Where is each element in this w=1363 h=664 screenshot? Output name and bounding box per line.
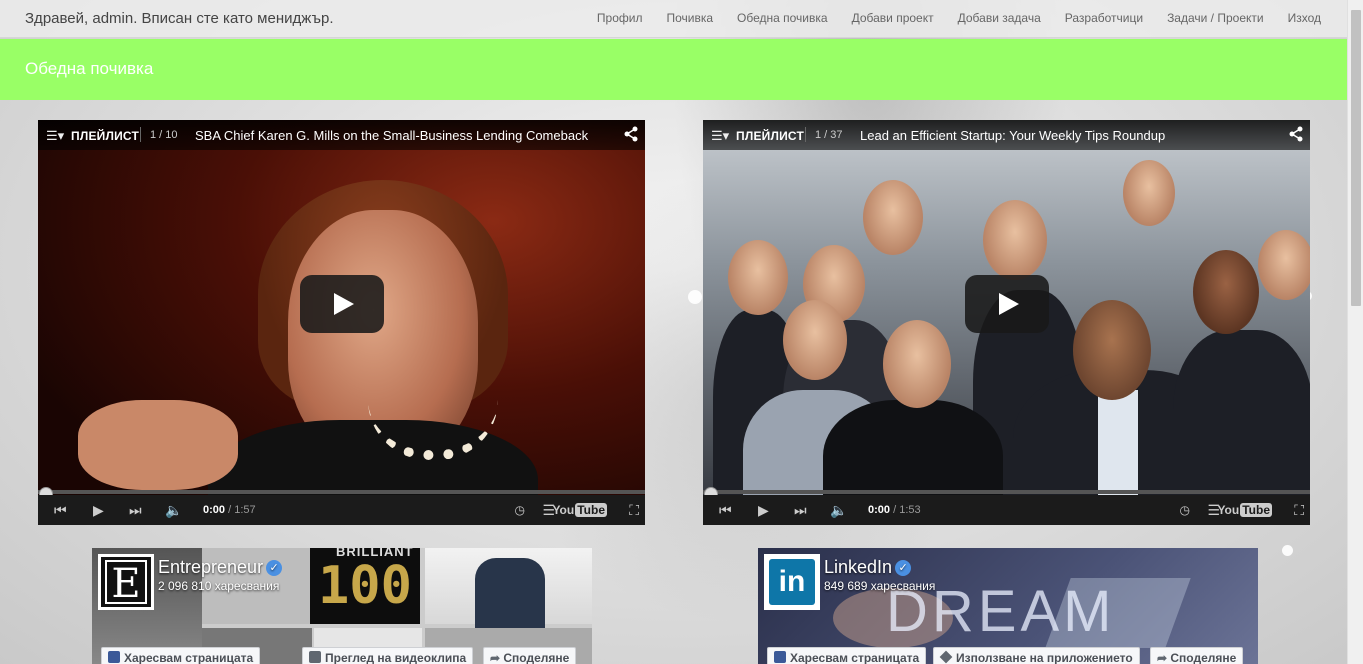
share-arrow-icon: ➦ — [1157, 651, 1171, 664]
next-icon[interactable]: ⏭ — [794, 502, 807, 519]
time-display: 0:00 / 1:53 — [868, 504, 921, 516]
nav-tasks-projects[interactable]: Задачи / Проекти — [1167, 11, 1264, 25]
youtube-logo[interactable]: You Tube — [1216, 503, 1272, 517]
watch-video-button[interactable]: Преглед на видеоклипа — [302, 647, 474, 664]
entrepreneur-logo: E — [105, 560, 147, 606]
like-page-button[interactable]: Харесвам страницата — [101, 647, 261, 664]
fullscreen-icon[interactable]: ⛶ — [1294, 502, 1304, 519]
page-name[interactable]: Entrepreneur ✓ — [158, 557, 283, 578]
like-page-button[interactable]: Харесвам страницата — [767, 647, 927, 664]
linkedin-logo: in — [769, 559, 815, 605]
previous-icon[interactable]: ⏮ — [54, 502, 67, 519]
progress-bar[interactable] — [703, 490, 1310, 494]
volume-icon[interactable]: 🔈 — [165, 502, 182, 519]
main-nav: Профил Почивка Обедна почивка Добави про… — [573, 11, 1321, 25]
page-likes: 849 689 харесвания — [824, 579, 936, 593]
use-app-button[interactable]: Използване на приложението — [933, 647, 1140, 664]
facebook-page-widget: BRILLIANT 100 E Entrepreneur ✓ 2 096 810 … — [92, 548, 592, 664]
previous-icon[interactable]: ⏮ — [719, 502, 732, 519]
play-icon[interactable]: ▶ — [758, 502, 769, 519]
share-button[interactable]: ➦ Споделяне — [1150, 647, 1244, 664]
playlist-icon[interactable]: ☰▾ — [711, 128, 729, 144]
fullscreen-icon[interactable]: ⛶ — [629, 502, 639, 519]
play-button[interactable] — [300, 275, 384, 333]
page-likes: 2 096 810 харесвания — [158, 579, 280, 593]
page-title: Обедна почивка — [25, 59, 154, 78]
playlist-count: 1 / 37 — [815, 129, 843, 141]
nav-break[interactable]: Почивка — [666, 11, 713, 25]
youtube-logo[interactable]: You Tube — [551, 503, 607, 517]
playlist-label[interactable]: ПЛЕЙЛИСТ — [71, 129, 139, 143]
page-logo[interactable]: E — [98, 554, 154, 610]
player-controls: ⏮ ▶ ⏭ 🔈 0:00 / 1:57 ◷ ☰ You Tube ⛶ — [38, 495, 645, 525]
nav-developers[interactable]: Разработчици — [1065, 11, 1143, 25]
cover-image: BRILLIANT 100 — [310, 548, 420, 624]
player-controls: ⏮ ▶ ⏭ 🔈 0:00 / 1:53 ◷ ☰ You Tube ⛶ — [703, 495, 1310, 525]
player-title-bar: ☰▾ ПЛЕЙЛИСТ 1 / 10 SBA Chief Karen G. Mi… — [38, 120, 645, 150]
video-title[interactable]: Lead an Efficient Startup: Your Weekly T… — [860, 128, 1165, 143]
player-title-bar: ☰▾ ПЛЕЙЛИСТ 1 / 37 Lead an Efficient Sta… — [703, 120, 1310, 150]
playlist-icon[interactable]: ☰▾ — [46, 128, 64, 144]
playlist-label[interactable]: ПЛЕЙЛИСТ — [736, 129, 804, 143]
youtube-player[interactable]: ☰▾ ПЛЕЙЛИСТ 1 / 10 SBA Chief Karen G. Mi… — [38, 120, 645, 525]
nav-logout[interactable]: Изход — [1288, 11, 1321, 25]
facebook-page-widget: DREAM in LinkedIn ✓ 849 689 харесвания Ха… — [758, 548, 1258, 664]
greeting-text: Здравей, admin. Вписан сте като мениджър… — [25, 10, 334, 27]
nav-lunch-break[interactable]: Обедна почивка — [737, 11, 828, 25]
watch-later-icon[interactable]: ◷ — [515, 503, 525, 517]
play-icon[interactable]: ▶ — [93, 502, 104, 519]
page-scrollbar[interactable] — [1347, 0, 1363, 664]
page-banner: Обедна почивка — [0, 39, 1347, 100]
page-logo[interactable]: in — [764, 554, 820, 610]
scrollbar-thumb[interactable] — [1351, 10, 1361, 306]
play-button[interactable] — [965, 275, 1049, 333]
share-arrow-icon: ➦ — [490, 651, 504, 664]
facebook-icon — [774, 651, 786, 663]
app-box-icon — [939, 650, 953, 664]
page-name[interactable]: LinkedIn ✓ — [824, 557, 912, 578]
share-button[interactable]: ➦ Споделяне — [483, 647, 577, 664]
verified-icon: ✓ — [895, 560, 912, 576]
background-bubble — [688, 290, 702, 304]
nav-add-task[interactable]: Добави задача — [958, 11, 1041, 25]
nav-profile[interactable]: Профил — [597, 11, 643, 25]
background-bubble — [1282, 545, 1293, 556]
watch-later-icon[interactable]: ◷ — [1180, 503, 1190, 517]
facebook-icon — [108, 651, 120, 663]
youtube-player[interactable]: ☰▾ ПЛЕЙЛИСТ 1 / 37 Lead an Efficient Sta… — [703, 120, 1310, 525]
verified-icon: ✓ — [266, 560, 283, 576]
nav-add-project[interactable]: Добави проект — [852, 11, 934, 25]
volume-icon[interactable]: 🔈 — [830, 502, 847, 519]
next-icon[interactable]: ⏭ — [129, 502, 142, 519]
video-camera-icon — [309, 651, 321, 663]
playlist-count: 1 / 10 — [150, 129, 178, 141]
time-display: 0:00 / 1:57 — [203, 504, 256, 516]
share-icon[interactable] — [1288, 126, 1304, 142]
progress-bar[interactable] — [38, 490, 645, 494]
share-icon[interactable] — [623, 126, 639, 142]
video-title[interactable]: SBA Chief Karen G. Mills on the Small-Bu… — [195, 128, 588, 143]
top-navbar: Здравей, admin. Вписан сте като мениджър… — [0, 0, 1347, 38]
